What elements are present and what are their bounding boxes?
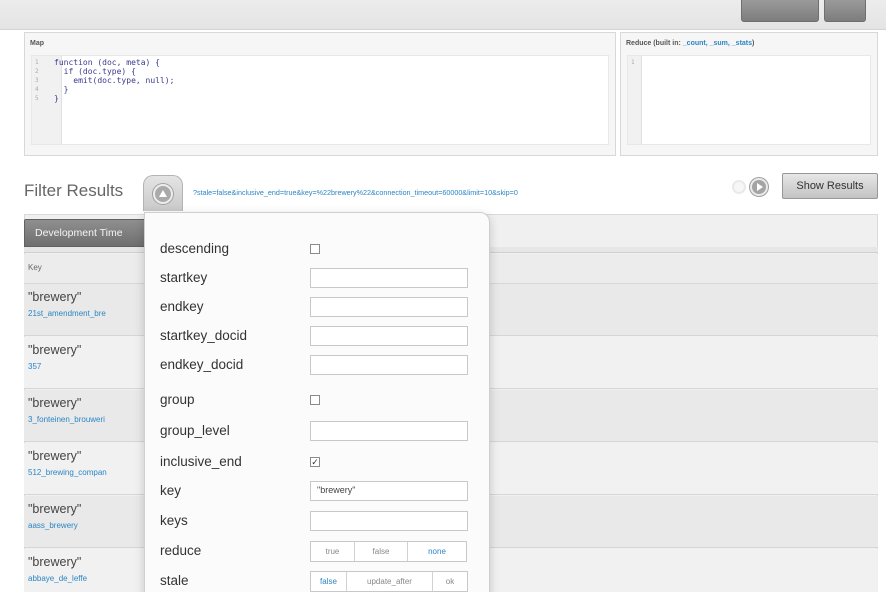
group-checkbox[interactable] [310, 395, 320, 405]
param-label: descending [160, 241, 230, 256]
param-row-endkey-docid: endkey_docid [145, 351, 491, 380]
param-row-stale: stale false update_after ok [145, 567, 491, 592]
param-row-endkey: endkey [145, 293, 491, 322]
filter-query-url[interactable]: ?stale=false&inclusive_end=true&key=%22b… [193, 188, 518, 197]
filter-results-label: Filter Results [24, 181, 124, 200]
result-doc-link[interactable]: abbaye_de_leffe [28, 574, 87, 583]
reduce-gutter: 1 [628, 56, 642, 144]
param-row-group-level: group_level [145, 417, 491, 446]
group-level-input[interactable] [310, 421, 468, 441]
param-label: stale [160, 573, 189, 588]
reduce-panel: Reduce (built in: _count, _sum, _stats) … [620, 32, 878, 156]
code-line: if (doc.type) { [54, 67, 136, 76]
param-row-descending: descending [145, 235, 491, 264]
play-icon[interactable] [750, 178, 768, 196]
result-key: "brewery" [28, 502, 82, 516]
param-label: reduce [160, 543, 202, 558]
param-label: inclusive_end [160, 454, 242, 469]
startkey-input[interactable] [310, 268, 468, 288]
stale-option-ok[interactable]: ok [433, 572, 467, 591]
map-panel-title: Map [30, 40, 44, 47]
reduce-code-editor[interactable]: 1 [627, 55, 871, 145]
stale-option-update-after[interactable]: update_after [347, 572, 433, 591]
line-number: 5 [35, 95, 39, 102]
line-number: 1 [631, 59, 635, 66]
stale-toggle-group: false update_after ok [310, 571, 468, 592]
reduce-toggle-group: true false none [310, 541, 467, 562]
param-label: group [160, 392, 195, 407]
endkey-input[interactable] [310, 297, 468, 317]
page-header-strip [0, 0, 886, 30]
reduce-builtins: _count, _sum, _stats [682, 40, 753, 47]
line-number: 4 [35, 86, 39, 93]
chevron-up-icon [153, 184, 173, 204]
param-row-keys: keys [145, 507, 491, 536]
result-key: "brewery" [28, 290, 82, 304]
result-doc-link[interactable]: 3_fonteinen_brouweri [28, 415, 105, 424]
param-row-group: group [145, 386, 491, 415]
code-line: } [54, 94, 59, 103]
reduce-panel-title: Reduce (built in: _count, _sum, _stats) [621, 33, 877, 55]
view-editor-page: Map 1 2 3 4 5 function (doc, meta) { if … [0, 0, 886, 592]
result-doc-link[interactable]: aass_brewery [28, 521, 78, 530]
param-row-startkey-docid: startkey_docid [145, 322, 491, 351]
inclusive-end-checkbox[interactable]: ✓ [310, 457, 320, 467]
key-input[interactable]: "brewery" [310, 481, 468, 501]
result-doc-link[interactable]: 21st_amendment_bre [28, 309, 106, 318]
reduce-title-prefix: Reduce (built in: [626, 40, 683, 47]
line-number: 1 [35, 59, 39, 66]
header-action-button-2[interactable] [824, 0, 866, 22]
param-label: startkey [160, 270, 208, 285]
result-doc-link[interactable]: 357 [28, 362, 41, 371]
code-line: } [54, 85, 69, 94]
reduce-option-false[interactable]: false [355, 542, 408, 561]
result-key: "brewery" [28, 396, 82, 410]
show-results-button[interactable]: Show Results [782, 173, 878, 199]
param-row-reduce: reduce true false none [145, 537, 491, 566]
param-label: endkey [160, 299, 204, 314]
param-label: group_level [160, 423, 230, 438]
map-panel: Map 1 2 3 4 5 function (doc, meta) { if … [24, 32, 616, 156]
startkey-docid-input[interactable] [310, 326, 468, 346]
reduce-title-suffix: ) [752, 40, 755, 47]
result-key: "brewery" [28, 555, 82, 569]
param-label: key [160, 483, 182, 498]
reduce-option-true[interactable]: true [311, 542, 355, 561]
result-doc-link[interactable]: 512_brewing_compan [28, 468, 107, 477]
keys-input[interactable] [310, 511, 468, 531]
param-row-startkey: startkey [145, 264, 491, 293]
key-column-header: Key [28, 263, 42, 272]
header-action-button-1[interactable] [741, 0, 819, 22]
map-code-editor[interactable]: 1 2 3 4 5 function (doc, meta) { if (doc… [31, 55, 609, 145]
reduce-option-none[interactable]: none [408, 542, 466, 561]
tab-development-time[interactable]: Development Time [24, 219, 154, 247]
param-label: startkey_docid [160, 328, 248, 343]
line-number: 2 [35, 68, 39, 75]
result-key: "brewery" [28, 449, 82, 463]
line-number: 3 [35, 77, 39, 84]
result-key: "brewery" [28, 343, 82, 357]
stale-option-false[interactable]: false [311, 572, 347, 591]
code-line: emit(doc.type, null); [54, 76, 175, 85]
spinner-icon [732, 180, 746, 194]
param-row-inclusive-end: inclusive_end ✓ [145, 448, 491, 477]
descending-checkbox[interactable] [310, 244, 320, 254]
filter-params-popover: descending startkey endkey startkey_doci… [144, 212, 490, 592]
param-label: endkey_docid [160, 357, 244, 372]
param-row-key: key "brewery" [145, 477, 491, 506]
filter-toggle-button[interactable] [143, 175, 183, 211]
code-line: function (doc, meta) { [54, 58, 160, 67]
endkey-docid-input[interactable] [310, 355, 468, 375]
param-label: keys [160, 513, 188, 528]
